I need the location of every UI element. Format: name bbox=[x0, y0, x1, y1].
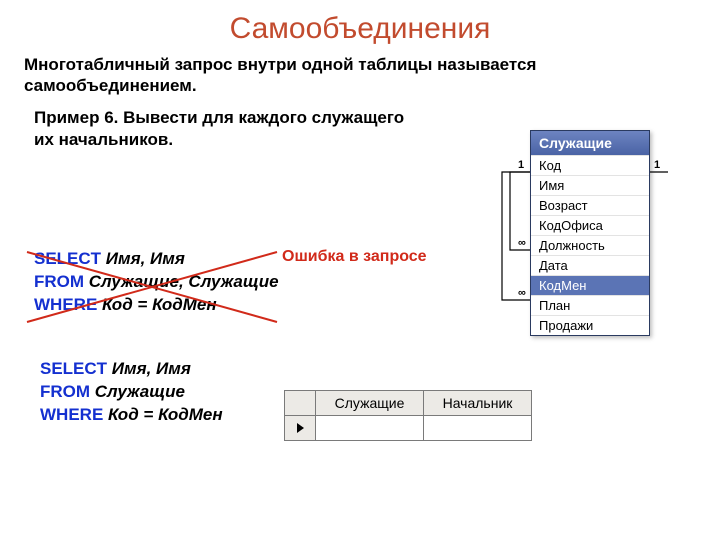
from-list: Служащие bbox=[90, 382, 185, 401]
sql-query-2: SELECT Имя, Имя FROM Служащие WHERE Код … bbox=[40, 358, 223, 427]
table-box: Служащие Код Имя Возраст КодОфиса Должно… bbox=[530, 130, 650, 336]
kw-from: FROM bbox=[34, 272, 84, 291]
field-row: Имя bbox=[531, 175, 649, 195]
col-header-2: Начальник bbox=[424, 391, 532, 416]
kw-select: SELECT bbox=[34, 249, 101, 268]
kw-where: WHERE bbox=[40, 405, 103, 424]
where-cond: Код = КодМен bbox=[103, 405, 222, 424]
field-row: Дата bbox=[531, 255, 649, 275]
field-row: План bbox=[531, 295, 649, 315]
card-1-left: 1 bbox=[518, 159, 524, 171]
slide-title: Самообъединения bbox=[0, 0, 720, 46]
col-header-1: Служащие bbox=[316, 391, 424, 416]
kw-select: SELECT bbox=[40, 359, 107, 378]
field-row: Возраст bbox=[531, 195, 649, 215]
kw-where: WHERE bbox=[34, 295, 97, 314]
current-row-icon bbox=[297, 423, 304, 433]
card-inf-2: ∞ bbox=[518, 287, 526, 299]
field-row-selected: КодМен bbox=[531, 275, 649, 295]
field-row: Код bbox=[531, 155, 649, 175]
grid-header-row: Служащие Начальник bbox=[285, 391, 532, 416]
result-grid: Служащие Начальник bbox=[284, 390, 532, 441]
row-selector bbox=[285, 416, 316, 441]
select-list: Имя, Имя bbox=[101, 249, 185, 268]
card-1-right: 1 bbox=[654, 159, 660, 171]
card-inf-1: ∞ bbox=[518, 237, 526, 249]
where-cond: Код = КодМен bbox=[97, 295, 216, 314]
error-label: Ошибка в запросе bbox=[282, 248, 427, 266]
field-row: Должность bbox=[531, 235, 649, 255]
from-list: Служащие, Служащие bbox=[84, 272, 279, 291]
field-row: Продажи bbox=[531, 315, 649, 335]
cell bbox=[424, 416, 532, 441]
cell bbox=[316, 416, 424, 441]
row-selector-header bbox=[285, 391, 316, 416]
table-header: Служащие bbox=[531, 131, 649, 155]
select-list: Имя, Имя bbox=[107, 359, 191, 378]
kw-from: FROM bbox=[40, 382, 90, 401]
sql-query-1: SELECT Имя, Имя FROM Служащие, Служащие … bbox=[34, 248, 279, 317]
grid-row bbox=[285, 416, 532, 441]
intro-text: Многотабличный запрос внутри одной табли… bbox=[0, 46, 720, 101]
table-diagram: 1 ∞ ∞ 1 Служащие Код Имя Возраст КодОфис… bbox=[482, 130, 682, 390]
field-row: КодОфиса bbox=[531, 215, 649, 235]
